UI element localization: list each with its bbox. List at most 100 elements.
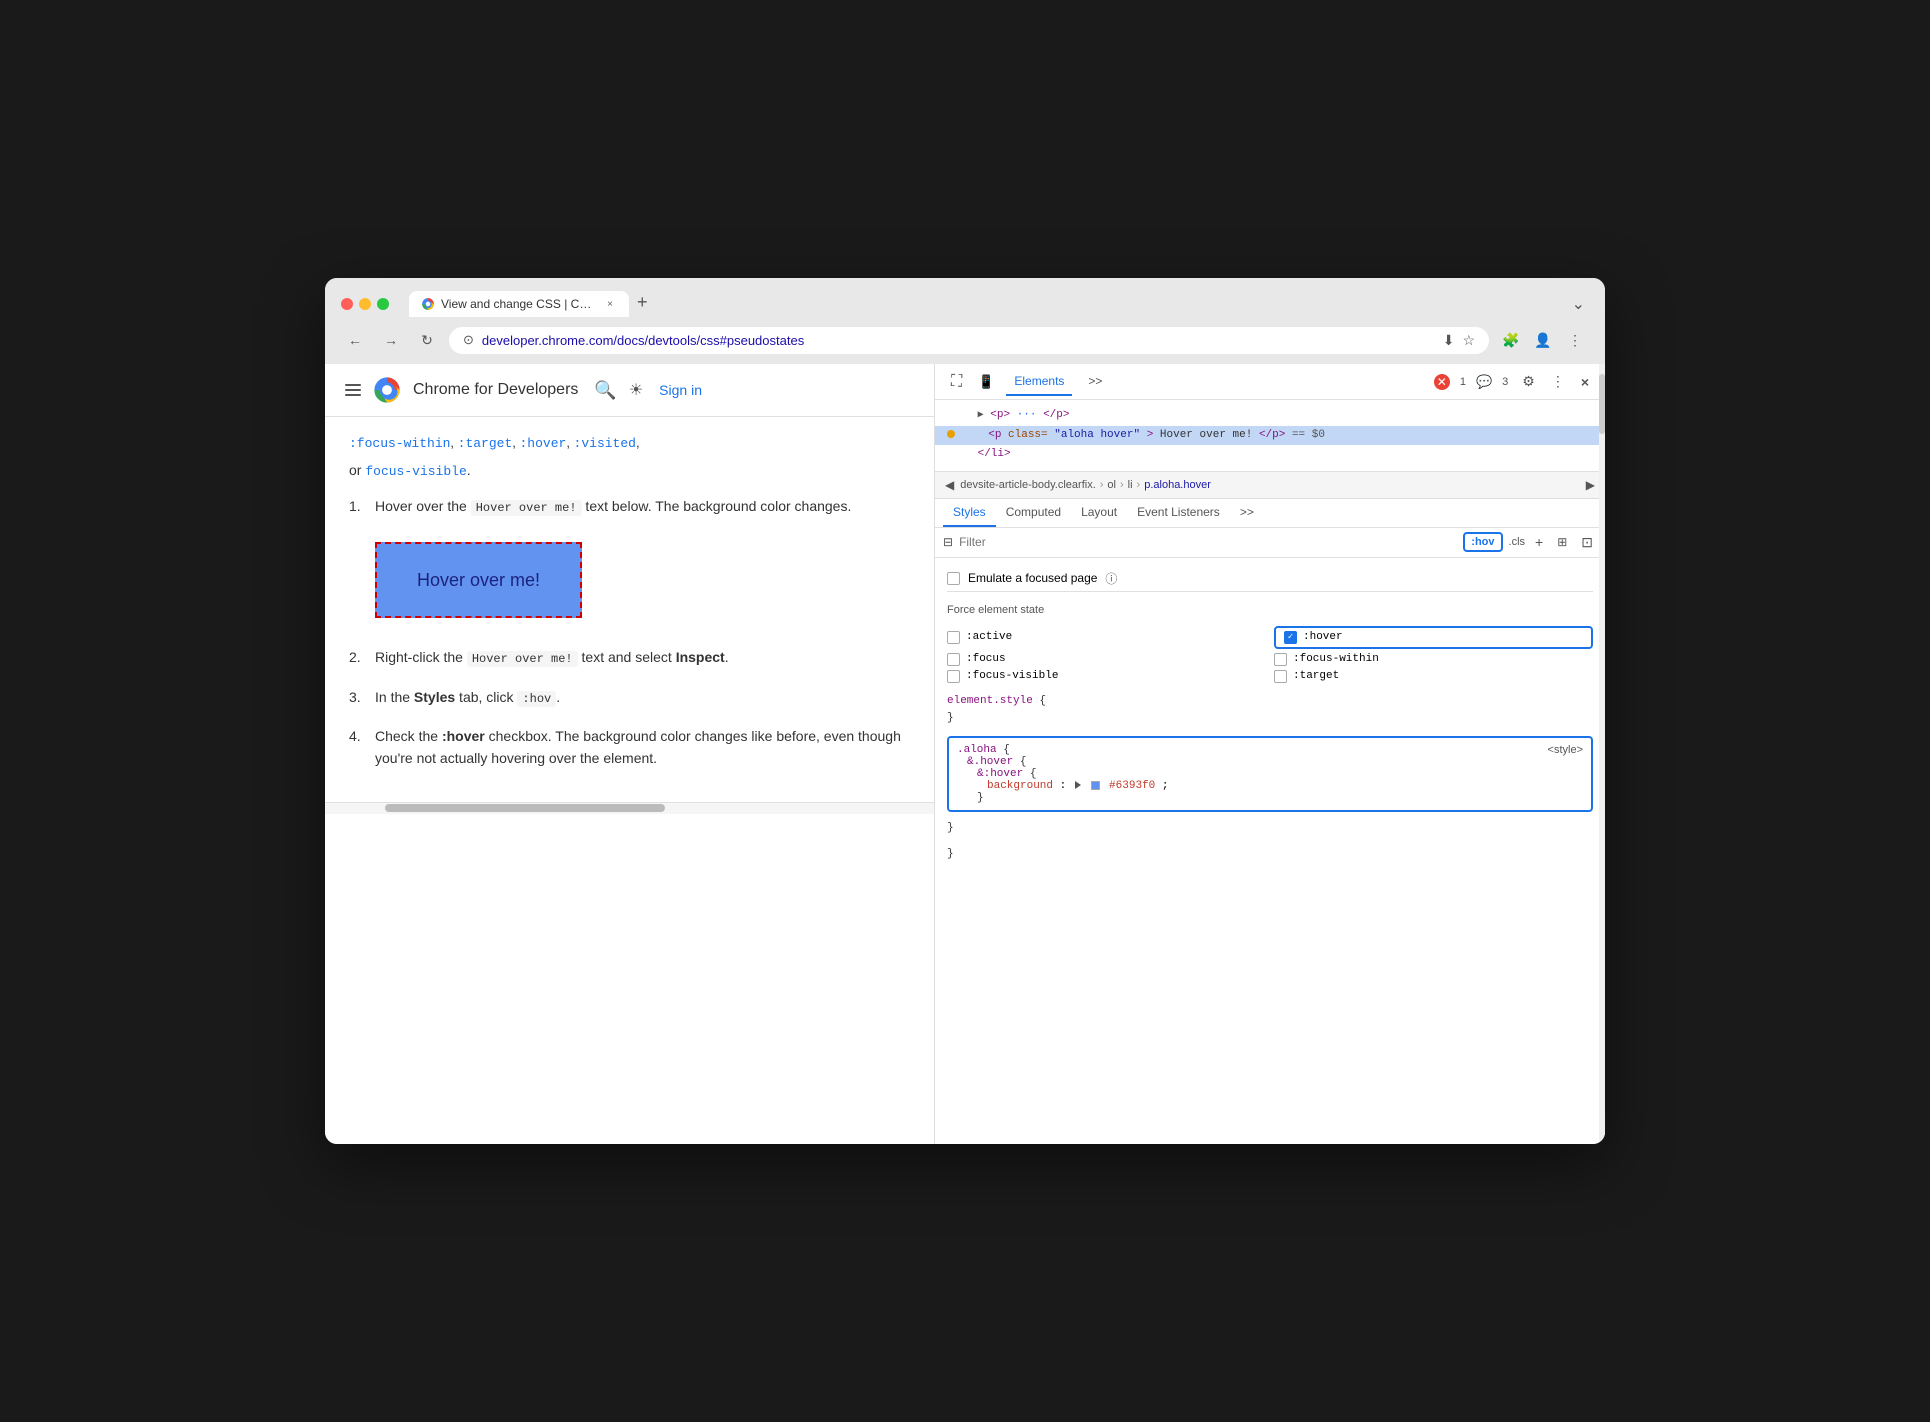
close-brace-4: }: [977, 792, 984, 804]
inspect-element-icon[interactable]: ⛶: [947, 369, 966, 395]
dom-dollar0: $0: [1312, 429, 1325, 441]
styles-label: Styles: [414, 689, 455, 705]
breadcrumb-item-li[interactable]: li: [1128, 479, 1133, 491]
dom-breadcrumb: ◀ devsite-article-body.clearfix. › ol › …: [935, 472, 1605, 499]
emulate-help-icon[interactable]: ⓘ: [1105, 570, 1117, 587]
state-focus-visible: :focus-visible: [947, 670, 1266, 683]
open-brace-1: {: [1039, 695, 1046, 707]
tab-dropdown-button[interactable]: ⌄: [1568, 290, 1589, 318]
tab-more-styles[interactable]: >>: [1230, 499, 1264, 527]
profile-icon[interactable]: 👤: [1529, 326, 1557, 354]
color-swatch[interactable]: [1091, 781, 1100, 790]
traffic-light-yellow[interactable]: [359, 298, 371, 310]
horizontal-scrollbar[interactable]: [325, 802, 934, 814]
step-3-num: 3.: [349, 686, 365, 709]
tab-event-listeners[interactable]: Event Listeners: [1127, 499, 1230, 527]
focus-checkbox[interactable]: [947, 653, 960, 666]
new-style-rule-icon[interactable]: ⊞: [1553, 533, 1571, 551]
focus-label: :focus: [966, 653, 1006, 665]
focus-visible-label: :focus-visible: [966, 670, 1058, 682]
extensions-icon[interactable]: 🧩: [1497, 326, 1525, 354]
more-options-icon[interactable]: ⋮: [1561, 326, 1589, 354]
address-bar[interactable]: ⊙ developer.chrome.com/docs/devtools/css…: [449, 327, 1489, 354]
bookmark-icon[interactable]: ☆: [1462, 332, 1475, 349]
device-toggle-icon[interactable]: 📱: [974, 370, 998, 394]
breadcrumb-link[interactable]: :focus-within: [349, 436, 450, 451]
dom-triangle[interactable]: ▶: [978, 410, 984, 421]
step-4-content: Check the :hover checkbox. The backgroun…: [375, 725, 910, 770]
step-4-num: 4.: [349, 725, 365, 770]
hover-checkbox[interactable]: [1284, 631, 1297, 644]
force-state-label: Force element state: [947, 600, 1593, 620]
scrollbar-thumb[interactable]: [385, 804, 665, 812]
sign-in-button[interactable]: Sign in: [659, 382, 702, 398]
breadcrumb-item-ol[interactable]: ol: [1107, 479, 1116, 491]
close-hover-nested: }: [947, 820, 1593, 838]
state-focus-within: :focus-within: [1274, 653, 1593, 666]
active-tab[interactable]: View and change CSS | Chr... ×: [409, 291, 629, 317]
breadcrumb-item-p[interactable]: p.aloha.hover: [1144, 479, 1211, 491]
breadcrumb-back-btn[interactable]: ◀: [943, 476, 956, 494]
hover-demo-box[interactable]: Hover over me!: [375, 542, 582, 619]
target-checkbox[interactable]: [1274, 670, 1287, 683]
dom-ellipsis[interactable]: ···: [1017, 409, 1043, 421]
hover-nested-selector: &.hover: [967, 756, 1013, 768]
dom-row-li[interactable]: </li>: [935, 445, 1605, 465]
toggle-sidebar-icon[interactable]: ⊡: [1577, 532, 1597, 553]
tab-layout[interactable]: Layout: [1071, 499, 1127, 527]
styles-panel: Emulate a focused page ⓘ Force element s…: [935, 558, 1605, 1144]
settings-icon[interactable]: ⚙: [1518, 369, 1539, 394]
download-to-page-icon[interactable]: ⬇: [1443, 332, 1455, 349]
devtools-close-icon[interactable]: ×: [1577, 370, 1593, 394]
warning-count: 3: [1502, 376, 1508, 388]
back-button[interactable]: ←: [341, 326, 369, 354]
step-2-num: 2.: [349, 646, 365, 669]
open-brace-2: {: [1003, 744, 1010, 756]
step-2: 2. Right-click the Hover over me! text a…: [349, 646, 910, 669]
steps-list: 1. Hover over the Hover over me! text be…: [349, 495, 910, 770]
filter-bar: ⊟ :hov .cls + ⊞ ⊡: [935, 528, 1605, 558]
dom-tag-p-close2: </p>: [1259, 429, 1285, 441]
tab-computed[interactable]: Computed: [996, 499, 1071, 527]
article-content: :focus-within, :target, :hover, :visited…: [325, 417, 934, 802]
main-content: Chrome for Developers 🔍 ☀ Sign in :focus…: [325, 364, 1605, 1144]
dom-row-selected[interactable]: <p class= "aloha hover" > Hover over me!…: [935, 426, 1605, 446]
search-icon[interactable]: 🔍: [594, 380, 616, 401]
hamburger-menu[interactable]: [345, 384, 361, 396]
devtools-scrollbar-thumb[interactable]: [1599, 374, 1605, 434]
active-checkbox[interactable]: [947, 631, 960, 644]
dom-row-p[interactable]: ▶ <p> ··· </p>: [935, 406, 1605, 426]
expand-triangle[interactable]: [1075, 781, 1081, 789]
hamburger-line: [345, 384, 361, 386]
tab-close-button[interactable]: ×: [603, 297, 617, 311]
traffic-light-green[interactable]: [377, 298, 389, 310]
dom-tag-p-close: </p>: [1043, 409, 1069, 421]
style-source[interactable]: <style>: [1548, 744, 1583, 756]
new-tab-button[interactable]: +: [631, 292, 654, 313]
devtools-scrollbar[interactable]: [1599, 364, 1605, 1144]
state-target: :target: [1274, 670, 1593, 683]
tab-elements[interactable]: Elements: [1006, 368, 1072, 396]
step-1-text: Hover over the Hover over me! text below…: [375, 495, 910, 518]
focus-within-label: :focus-within: [1293, 653, 1379, 665]
reload-button[interactable]: ↻: [413, 326, 441, 354]
focus-within-checkbox[interactable]: [1274, 653, 1287, 666]
forward-button[interactable]: →: [377, 326, 405, 354]
breadcrumb-forward-btn[interactable]: ▶: [1584, 476, 1597, 494]
focus-visible-checkbox[interactable]: [947, 670, 960, 683]
tab-more[interactable]: >>: [1080, 368, 1110, 396]
filter-input[interactable]: [959, 535, 1457, 549]
tab-styles[interactable]: Styles: [943, 499, 996, 527]
breadcrumb-link3[interactable]: :hover: [520, 436, 567, 451]
breadcrumb-item-1[interactable]: devsite-article-body.clearfix.: [960, 479, 1096, 491]
emulate-focused-checkbox[interactable]: [947, 572, 960, 585]
cls-button[interactable]: .cls: [1509, 536, 1526, 548]
devtools-more-icon[interactable]: ⋮: [1547, 369, 1569, 394]
add-style-rule-icon[interactable]: +: [1531, 532, 1547, 552]
forward-icon: →: [384, 332, 398, 348]
hov-button[interactable]: :hov: [1463, 532, 1502, 552]
breadcrumb-link2[interactable]: :target: [458, 436, 513, 451]
breadcrumb-link4[interactable]: :visited: [574, 436, 636, 451]
theme-toggle-icon[interactable]: ☀: [629, 380, 643, 400]
traffic-light-red[interactable]: [341, 298, 353, 310]
